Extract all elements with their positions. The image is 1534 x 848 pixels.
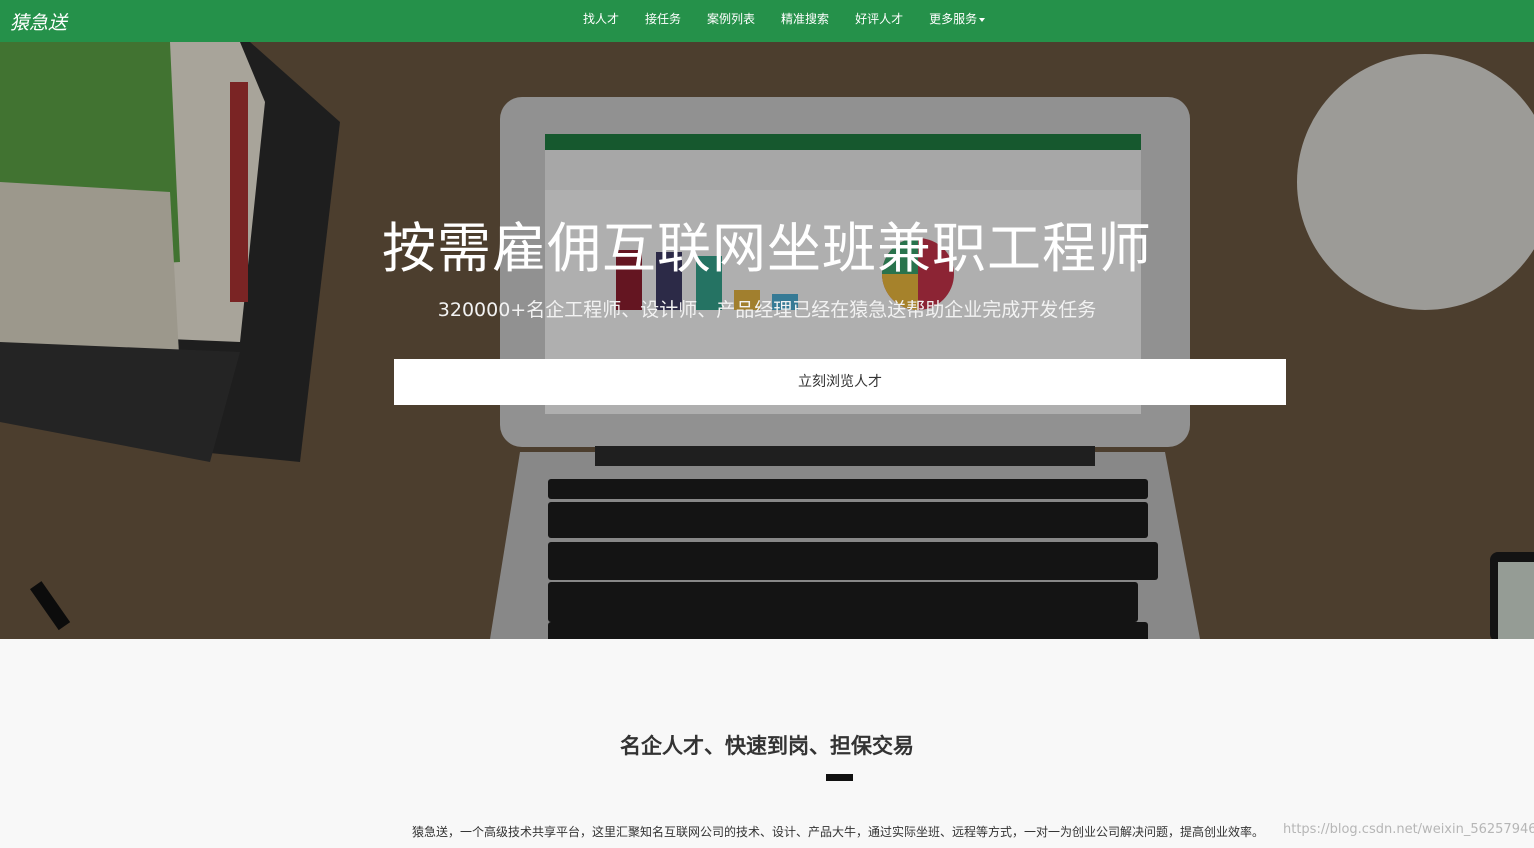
nav-item-more-services[interactable]: 更多服务 [916,0,998,42]
browse-talent-button[interactable]: 立刻浏览人才 [394,359,1286,405]
hero-banner: 按需雇佣互联网坐班兼职工程师 320000+名企工程师、设计师、产品经理已经在猿… [0,42,1534,639]
main-nav: 找人才 接任务 案例列表 精准搜索 好评人才 更多服务 [570,0,998,42]
nav-item-precise-search[interactable]: 精准搜索 [768,0,842,42]
hero-dark-overlay [0,42,1534,639]
brand-logo[interactable]: 猿急送 [10,8,67,35]
nav-item-top-rated[interactable]: 好评人才 [842,0,916,42]
top-navbar: 猿急送 找人才 接任务 案例列表 精准搜索 好评人才 更多服务 [0,0,1534,42]
nav-item-find-talent[interactable]: 找人才 [570,0,632,42]
section-title: 名企人才、快速到岗、担保交易 [620,734,914,758]
more-services-label: 更多服务 [929,12,978,26]
hero-title: 按需雇佣互联网坐班兼职工程师 [382,217,1152,280]
watermark: https://blog.csdn.net/weixin_56257946 [1283,822,1534,837]
hero-subtitle: 320000+名企工程师、设计师、产品经理已经在猿急送帮助企业完成开发任务 [437,299,1097,321]
nav-item-case-list[interactable]: 案例列表 [694,0,768,42]
title-underline [826,774,853,781]
caret-down-icon [979,17,986,22]
nav-item-take-task[interactable]: 接任务 [632,0,694,42]
features-section: 名企人才、快速到岗、担保交易 猿急送，一个高级技术共享平台，这里汇聚知名互联网公… [0,639,1534,848]
